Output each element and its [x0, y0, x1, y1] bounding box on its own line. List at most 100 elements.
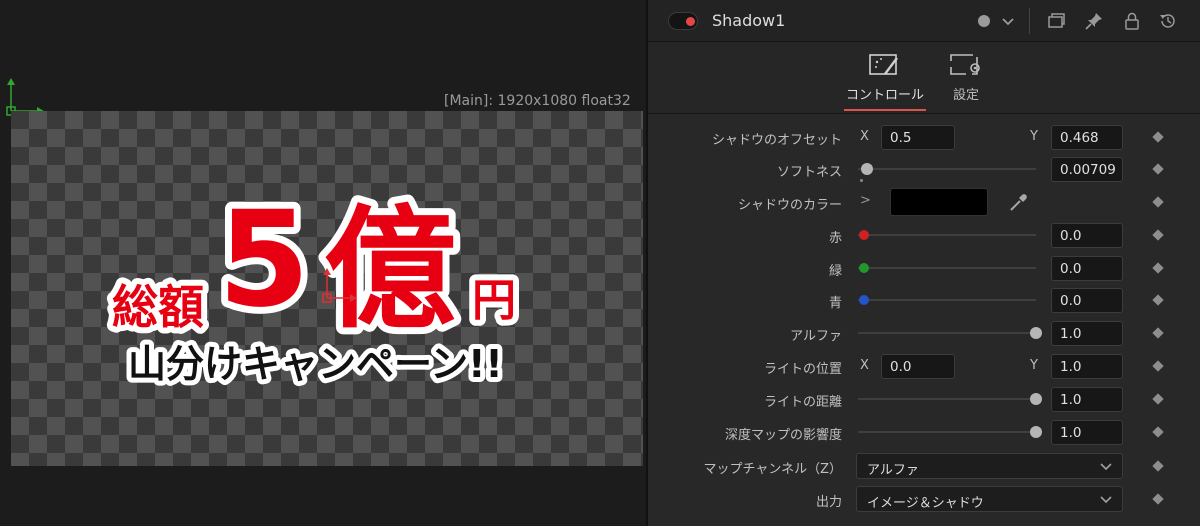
header-divider: [1029, 8, 1030, 34]
green-field[interactable]: 0.0: [1051, 256, 1123, 281]
param-softness: ソフトネス 0.00709: [648, 155, 1200, 183]
graphic-text-oku: 億: [324, 193, 456, 347]
gear-icon: [950, 54, 980, 75]
keyframe-diamond-icon[interactable]: [1152, 327, 1164, 339]
param-label: シャドウのカラー: [737, 198, 842, 213]
x-label: X: [860, 129, 869, 144]
light-position-x-field[interactable]: 0.0: [881, 354, 955, 379]
inspector-panel: Shadow1 コントロール 設定 シャドウのオフセット X 0.5 Y 0.4…: [646, 0, 1200, 526]
softness-slider-track[interactable]: [858, 168, 1036, 170]
red-field[interactable]: 0.0: [1051, 223, 1123, 248]
alpha-field[interactable]: 1.0: [1051, 321, 1123, 346]
tab-settings-label: 設定: [952, 88, 979, 103]
param-label: 青: [828, 296, 842, 311]
tab-controls[interactable]: コントロール: [844, 52, 926, 103]
keyframe-diamond-icon[interactable]: [1152, 163, 1164, 175]
shadow-offset-x-field[interactable]: 0.5: [881, 125, 955, 150]
shadow-color-swatch[interactable]: [890, 188, 988, 216]
chevron-down-icon: [1100, 463, 1112, 471]
param-label: ライトの距離: [763, 395, 842, 410]
graphic-text-campaign: 山分けキャンペーン!!: [128, 342, 503, 386]
blue-slider-knob[interactable]: [859, 295, 869, 305]
active-tab-indicator: [844, 109, 926, 111]
node-enable-toggle[interactable]: [668, 12, 698, 30]
param-light-distance: ライトの距離 1.0: [648, 385, 1200, 413]
keyframe-diamond-icon[interactable]: [1152, 196, 1164, 208]
x-label: X: [860, 358, 869, 373]
softness-slider-knob[interactable]: [860, 163, 873, 175]
keyframe-diamond-icon[interactable]: [1152, 393, 1164, 405]
keyframe-diamond-icon[interactable]: [1152, 262, 1164, 274]
keyframe-diamond-icon[interactable]: [1152, 131, 1164, 143]
light-distance-slider-knob[interactable]: [1030, 393, 1042, 405]
reset-icon[interactable]: [1158, 11, 1178, 31]
param-label: 出力: [815, 495, 842, 510]
depth-map-slider-track[interactable]: [858, 431, 1036, 433]
depth-map-slider-knob[interactable]: [1030, 426, 1042, 438]
keyframe-diamond-icon[interactable]: [1152, 229, 1164, 241]
softness-field[interactable]: 0.00709: [1051, 157, 1123, 182]
default-marker: [860, 179, 863, 182]
graphic-text-total: 総額: [112, 280, 204, 334]
param-label: マップチャンネル（Z）: [703, 462, 842, 477]
keyframe-diamond-icon[interactable]: [1152, 294, 1164, 306]
red-slider-track[interactable]: [858, 234, 1036, 236]
graphic-text-yen: 円: [472, 275, 516, 326]
param-blue: 青 0.0: [648, 286, 1200, 314]
param-map-channel: マップチャンネル（Z） アルファ: [648, 452, 1200, 480]
shadow-offset-y-field[interactable]: 0.468: [1051, 125, 1123, 150]
param-label: ライトの位置: [763, 362, 842, 377]
eyedropper-icon[interactable]: [1006, 191, 1030, 215]
campaign-title-graphic: 総額 5 億 円 山分けキャンペーン!!: [106, 176, 522, 391]
chevron-down-icon: [1100, 496, 1112, 504]
alpha-slider-knob[interactable]: [1030, 327, 1042, 339]
keyframe-diamond-icon[interactable]: [1152, 426, 1164, 438]
keyframe-diamond-icon[interactable]: [1152, 493, 1164, 505]
light-position-y-field[interactable]: 1.0: [1051, 354, 1123, 379]
dropdown-value: アルファ: [867, 463, 919, 478]
green-slider-knob[interactable]: [859, 263, 869, 273]
inspector-tabs: コントロール 設定: [648, 42, 1200, 114]
green-slider-track[interactable]: [858, 267, 1036, 269]
pin-icon[interactable]: [1084, 11, 1104, 31]
light-distance-slider-track[interactable]: [858, 398, 1036, 400]
lock-icon[interactable]: [1122, 11, 1142, 31]
param-output: 出力 イメージ＆シャドウ: [648, 485, 1200, 513]
param-label: 深度マップの影響度: [724, 428, 842, 443]
window-icon[interactable]: [1046, 11, 1066, 31]
param-label: 赤: [828, 231, 842, 246]
map-channel-dropdown[interactable]: アルファ: [856, 453, 1123, 479]
viewer-panel[interactable]: [Main]: 1920x1080 float32 総額 5 億 円 山分けキャ…: [0, 0, 646, 526]
depth-map-field[interactable]: 1.0: [1051, 420, 1123, 445]
resolution-label: [Main]: 1920x1080 float32: [444, 93, 631, 109]
output-dropdown[interactable]: イメージ＆シャドウ: [856, 486, 1123, 512]
param-shadow-offset: シャドウのオフセット X 0.5 Y 0.468: [648, 123, 1200, 151]
tab-settings[interactable]: 設定: [944, 52, 988, 103]
magic-wand-icon: [869, 54, 898, 75]
dropdown-value: イメージ＆シャドウ: [867, 496, 984, 511]
param-alpha: アルファ 1.0: [648, 319, 1200, 347]
keyframe-diamond-icon[interactable]: [1152, 360, 1164, 372]
param-depth-map: 深度マップの影響度 1.0: [648, 418, 1200, 446]
graphic-text-five: 5: [218, 183, 310, 337]
param-light-position: ライトの位置 X 0.0 Y 1.0: [648, 352, 1200, 380]
param-label: 緑: [828, 264, 842, 279]
param-red: 赤 0.0: [648, 221, 1200, 249]
expand-chevron-icon[interactable]: >: [860, 193, 871, 208]
blue-field[interactable]: 0.0: [1051, 288, 1123, 313]
red-slider-knob[interactable]: [859, 230, 869, 240]
node-color-dot[interactable]: [978, 15, 990, 27]
toggle-indicator: [686, 17, 695, 26]
alpha-slider-track[interactable]: [858, 332, 1036, 334]
param-shadow-color: シャドウのカラー >: [648, 188, 1200, 216]
param-green: 緑 0.0: [648, 254, 1200, 282]
light-distance-field[interactable]: 1.0: [1051, 387, 1123, 412]
chevron-down-icon[interactable]: [998, 11, 1018, 31]
param-label: アルファ: [790, 329, 842, 344]
blue-slider-track[interactable]: [858, 299, 1036, 301]
param-label: ソフトネス: [776, 165, 842, 180]
param-label: シャドウのオフセット: [711, 133, 842, 148]
keyframe-diamond-icon[interactable]: [1152, 460, 1164, 472]
y-label: Y: [1030, 358, 1038, 373]
inspector-header: Shadow1: [648, 0, 1200, 42]
